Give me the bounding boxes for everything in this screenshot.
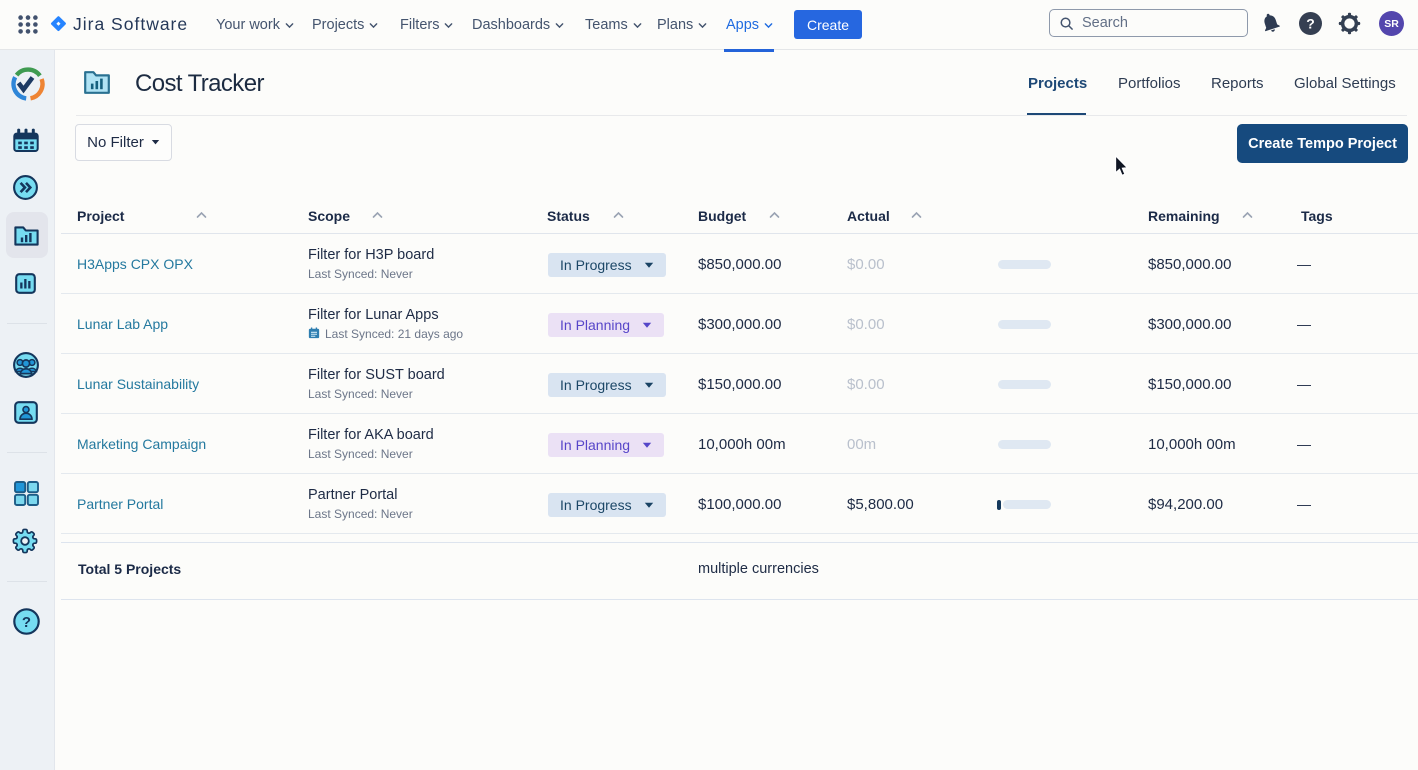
svg-text:?: ? (1306, 16, 1315, 32)
svg-text:?: ? (22, 614, 31, 631)
